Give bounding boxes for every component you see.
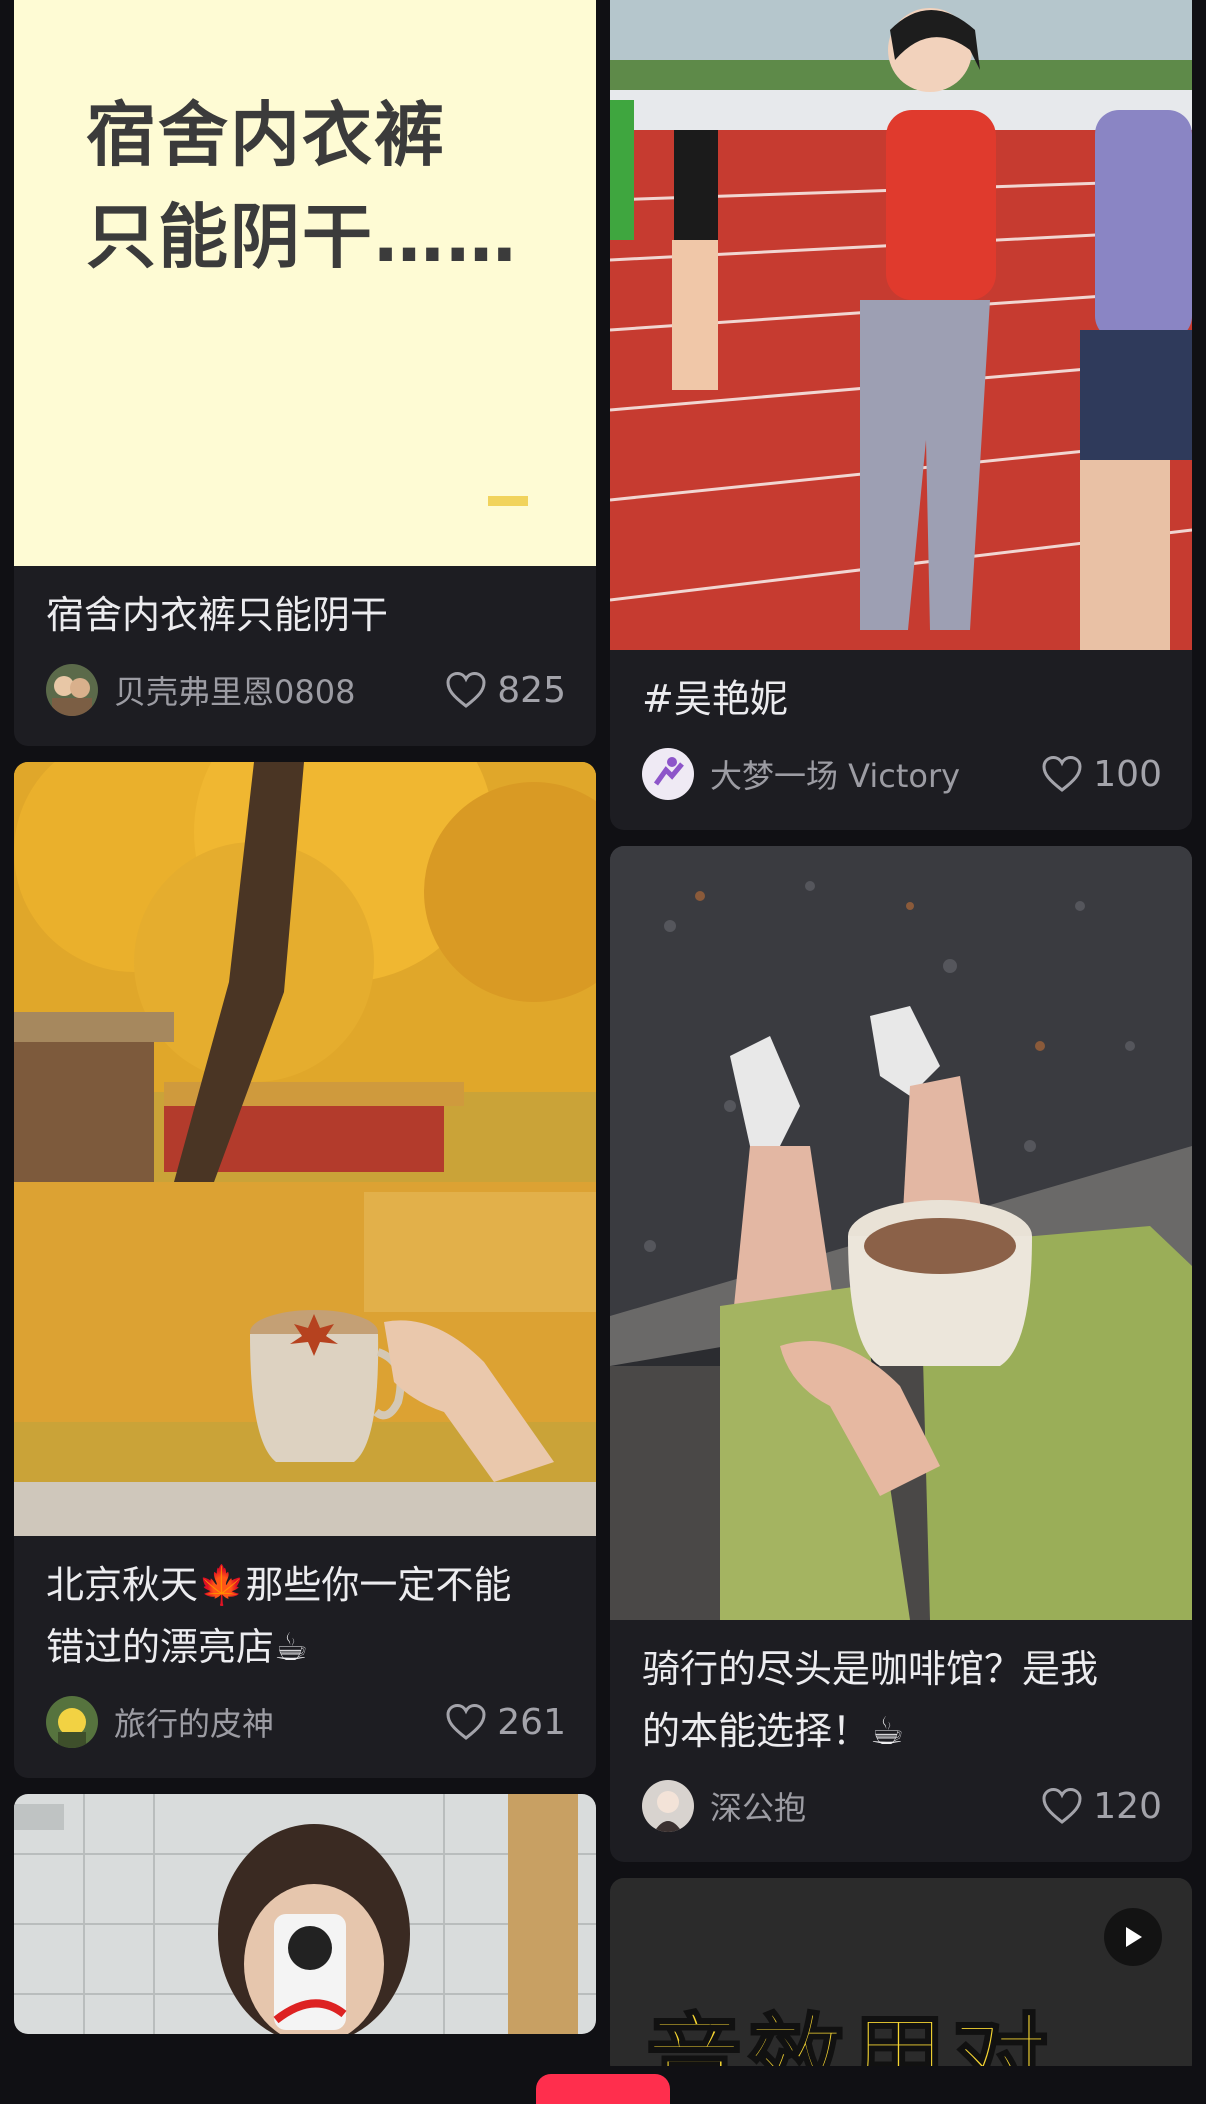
cover-text: 宿舍内衣裤 只能阴干…… [86,94,518,278]
note-card[interactable]: #吴艳妮 大梦一场 Victory 100 [610,0,1192,830]
note-meta: 贝壳弗里恩0808 825 [46,660,566,720]
like-count: 261 [497,1701,566,1743]
note-title[interactable]: 北京秋天🍁那些你一定不能 错过的漂亮店☕ [46,1554,566,1678]
note-cover-image[interactable]: 音效用对 [610,1878,1192,2078]
author-name[interactable]: 贝壳弗里恩0808 [114,667,445,713]
note-cover-image[interactable]: 宿舍内衣裤 只能阴干…… [14,0,596,566]
heart-icon [1042,755,1082,792]
note-meta: 大梦一场 Victory 100 [642,744,1162,804]
note-card[interactable]: 北京秋天🍁那些你一定不能 错过的漂亮店☕ 旅行的皮神 261 [14,762,596,1778]
note-card[interactable]: 骑行的尽头是咖啡馆？是我 的本能选择！☕ 深公抱 120 [610,846,1192,1862]
mirror-selfie-photo [14,1794,596,2034]
coffee-emoji: ☕ [870,1709,905,1753]
cover-text: 音效用对 [645,2003,1054,2079]
author-avatar[interactable] [642,748,694,800]
note-title[interactable]: 宿舍内衣裤只能阴干 [46,584,566,646]
note-title[interactable]: #吴艳妮 [642,668,1162,730]
heart-icon [446,671,486,708]
author-avatar[interactable] [46,664,98,716]
feed-column-right: #吴艳妮 大梦一场 Victory 100 骑行的尽头是咖啡馆？是我 的本能选择… [610,0,1192,2094]
cover-decoration [488,496,528,506]
note-title[interactable]: 骑行的尽头是咖啡馆？是我 的本能选择！☕ [642,1638,1162,1762]
like-count: 825 [497,669,566,711]
feed-column-left: 宿舍内衣裤 只能阴干…… 宿舍内衣裤只能阴干 贝壳弗里恩0808 825 北京秋… [14,0,596,2050]
note-meta: 旅行的皮神 261 [46,1692,566,1752]
note-cover-image[interactable] [610,846,1192,1620]
note-cover-image[interactable] [610,0,1192,650]
author-avatar[interactable] [642,1780,694,1832]
author-name[interactable]: 大梦一场 Victory [710,751,1041,797]
note-card[interactable] [14,1794,596,2034]
like-count: 100 [1093,753,1162,795]
coffee-on-lap-photo [610,846,1192,1620]
maple-leaf-emoji: 🍁 [198,1563,246,1607]
author-avatar[interactable] [46,1696,98,1748]
autumn-cafe-photo [14,762,596,1536]
heart-icon [446,1703,486,1740]
note-card[interactable]: 音效用对 [610,1878,1192,2078]
coffee-emoji: ☕ [274,1625,309,1669]
like-button[interactable]: 100 [1041,754,1162,795]
heart-icon [1042,1787,1082,1824]
play-button[interactable] [1104,1908,1162,1966]
play-icon [1126,1927,1142,1947]
like-button[interactable]: 120 [1041,1786,1162,1827]
athlete-track-photo [610,0,1192,650]
author-name[interactable]: 旅行的皮神 [114,1699,445,1745]
note-cover-image[interactable] [14,762,596,1536]
like-button[interactable]: 261 [445,1702,566,1743]
like-count: 120 [1093,1785,1162,1827]
note-meta: 深公抱 120 [642,1776,1162,1836]
bottom-nav-bar [0,2066,1206,2104]
author-name[interactable]: 深公抱 [710,1783,1041,1829]
like-button[interactable]: 825 [445,670,566,711]
note-card[interactable]: 宿舍内衣裤 只能阴干…… 宿舍内衣裤只能阴干 贝壳弗里恩0808 825 [14,0,596,746]
note-cover-image[interactable] [14,1794,596,2034]
publish-button[interactable] [536,2074,670,2104]
